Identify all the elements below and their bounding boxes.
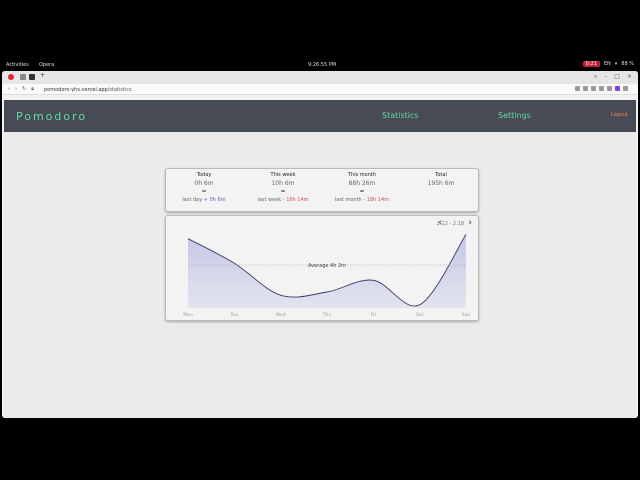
url-host: pomodoro-yhs.vercel.app — [44, 87, 108, 93]
search-tabs-icon[interactable]: ⌕ — [594, 73, 597, 81]
opera-logo-icon[interactable] — [8, 74, 14, 80]
stat-value: 88h 26m — [348, 180, 376, 187]
wifi-icon: ▾ — [614, 61, 618, 67]
stat-label: This week — [270, 172, 296, 178]
web-page: Pomodoro Statistics Settings Logout Toda… — [4, 100, 636, 418]
extension-icon[interactable] — [591, 86, 596, 91]
url-field[interactable]: pomodoro-yhs.vercel.app/statistics — [44, 87, 132, 93]
average-label: Average 4h 2m — [308, 263, 346, 269]
stat-equals: = — [280, 188, 286, 195]
new-tab-icon[interactable]: + — [40, 72, 46, 79]
extension-icon[interactable] — [575, 86, 580, 91]
x-tick-label: Fri — [371, 312, 376, 318]
next-week-button[interactable]: › — [468, 218, 472, 228]
clock[interactable]: 9:26:55 PM — [308, 62, 336, 68]
stat-label: Total — [435, 172, 447, 178]
logout-link[interactable]: Logout — [611, 112, 628, 118]
recording-indicator[interactable]: 0:21 — [582, 61, 600, 67]
x-tick-label: Tue — [229, 312, 238, 318]
profile-icon[interactable] — [615, 86, 620, 91]
stat-equals: = — [201, 188, 207, 195]
forward-icon[interactable]: › — [15, 86, 17, 92]
brand-logo[interactable]: Pomodoro — [16, 110, 87, 123]
chart-area-fill — [188, 234, 466, 308]
browser-window: + ⌕ – □ × ‹ › ↻ 🔒︎ pomodoro-yhs.vercel.a… — [2, 71, 638, 418]
nav-statistics-link[interactable]: Statistics — [382, 111, 419, 120]
window-controls: ⌕ – □ × — [594, 73, 632, 81]
stat-today: Today 0h 6m = last day + 0h 6m — [166, 172, 242, 203]
maximize-icon[interactable]: □ — [614, 73, 620, 81]
reload-icon[interactable]: ↻ — [22, 86, 26, 92]
x-tick-label: Wed — [276, 312, 286, 318]
app-menu[interactable]: Opera — [39, 62, 54, 68]
extension-icon[interactable] — [607, 86, 612, 91]
close-icon[interactable]: × — [627, 73, 632, 81]
activities-button[interactable]: Activities — [6, 62, 29, 68]
active-tab-icon[interactable] — [29, 74, 35, 80]
tab-icon[interactable] — [20, 74, 26, 80]
url-path: /statistics — [107, 87, 132, 93]
system-top-bar: Activities Opera 9:26:55 PM 0:21 EN ▾ 88… — [0, 59, 640, 70]
system-tray[interactable]: 0:21 EN ▾ 88 % — [582, 61, 634, 67]
stat-label: This month — [347, 172, 377, 178]
x-tick-label: Sun — [462, 312, 471, 318]
stat-value: 0h 6m — [194, 180, 214, 187]
weekly-chart-card: Average 4h 2m Mon Tue Wed Thu Fri Sat Sun ‹ 2.1… — [165, 215, 479, 321]
stat-value: 10h 6m — [271, 180, 295, 187]
menu-icon[interactable] — [623, 86, 628, 91]
stat-month: This month 88h 26m = last month - 18h 14… — [324, 172, 400, 203]
language-indicator[interactable]: EN — [604, 61, 611, 67]
battery-label: 88 % — [621, 61, 634, 67]
extension-icon[interactable] — [583, 86, 588, 91]
stat-comparison: last week - 16h 14m — [257, 197, 309, 203]
stat-comparison: last month - 18h 14m — [334, 197, 390, 203]
extensions-bar — [575, 86, 628, 91]
back-icon[interactable]: ‹ — [8, 86, 10, 92]
stat-equals: = — [359, 188, 365, 195]
minimize-icon[interactable]: – — [604, 73, 607, 81]
stat-label: Today — [196, 172, 212, 178]
x-tick-label: Thu — [322, 312, 332, 318]
stat-total: Total 195h 6m — [403, 172, 479, 187]
nav-settings-link[interactable]: Settings — [498, 111, 531, 120]
week-range-label: 2.12 - 2.18 — [436, 221, 464, 227]
stats-summary-card: Today 0h 6m = last day + 0h 6m This week… — [165, 168, 479, 212]
stat-week: This week 10h 6m = last week - 16h 14m — [245, 172, 321, 203]
x-tick-label: Mon — [183, 312, 193, 318]
app-header: Pomodoro Statistics Settings Logout — [4, 100, 636, 132]
nav-buttons: ‹ › ↻ 🔒︎ — [8, 86, 34, 92]
extension-icon[interactable] — [599, 86, 604, 91]
address-bar: ‹ › ↻ 🔒︎ pomodoro-yhs.vercel.app/statist… — [2, 84, 638, 95]
stat-value: 195h 6m — [427, 180, 455, 187]
x-tick-label: Sat — [416, 312, 424, 318]
tab-bar: + ⌕ – □ × — [2, 71, 638, 84]
weekly-area-chart: Average 4h 2m Mon Tue Wed Thu Fri Sat Sun — [183, 234, 471, 318]
lock-icon: 🔒︎ — [31, 86, 34, 92]
stat-comparison: last day + 0h 6m — [182, 197, 226, 203]
